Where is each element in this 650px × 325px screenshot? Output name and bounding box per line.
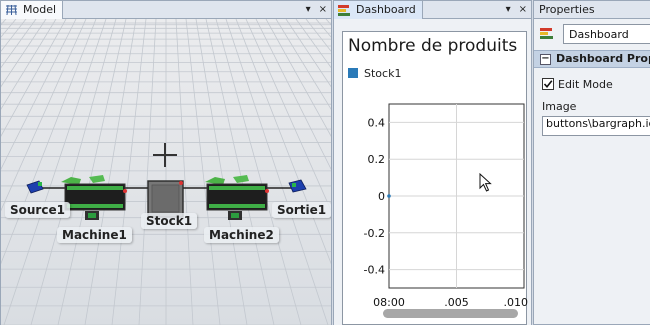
grid-icon [6, 4, 17, 16]
collapse-icon[interactable]: − [540, 54, 551, 65]
y-tick-label: 0 [378, 190, 385, 203]
dashboard-tab[interactable]: Dashboard [334, 1, 423, 19]
machine1-label: Machine1 [57, 227, 132, 243]
dashboard-tab-label: Dashboard [356, 3, 416, 16]
y-tick-label: 0.2 [368, 153, 386, 166]
edit-mode-label: Edit Mode [558, 77, 613, 91]
bar-chart-icon [338, 5, 350, 16]
edit-mode-row: Edit Mode [542, 76, 613, 92]
image-path-input[interactable]: buttons\bargraph.ico [542, 116, 650, 136]
model-close-icon[interactable]: × [319, 1, 327, 19]
x-tick-label: 08:00 [373, 296, 405, 309]
chart-horizontal-scrollbar[interactable] [383, 309, 518, 318]
model-tab[interactable]: Model [1, 1, 64, 19]
properties-name-row [534, 22, 650, 46]
model-tab-controls: ▾ × [306, 1, 327, 19]
dashboard-tab-controls: ▾ × [506, 1, 527, 19]
source1-label: Source1 [5, 202, 70, 218]
line-chart-widget[interactable]: Nombre de produits Stock1 0.4 0.2 0 -0.2 -0.… [342, 31, 529, 325]
dashboard-canvas[interactable]: Nombre de produits Stock1 0.4 0.2 0 -0.2 -0.… [334, 19, 531, 325]
chart-legend: Stock1 [348, 66, 401, 80]
properties-panel: Properties − Dashboard Prope Edit Mode I… [533, 0, 650, 325]
dashboard-close-icon[interactable]: × [519, 1, 527, 19]
x-tick-label: .010 [504, 296, 529, 309]
model-tabstrip: Model ▾ × [1, 1, 331, 19]
dashboard-panel: Dashboard ▾ × Nombre de produits Stock1 … [333, 0, 532, 325]
y-tick-label: -0.4 [364, 264, 385, 277]
legend-label: Stock1 [364, 66, 402, 80]
edit-mode-checkbox[interactable] [542, 78, 554, 90]
mouse-cursor-icon [479, 173, 492, 192]
sortie1-label: Sortie1 [272, 202, 331, 218]
section-title: Dashboard Prope [556, 52, 650, 65]
y-tick-label: -0.2 [364, 227, 385, 240]
model-floor[interactable] [1, 19, 331, 325]
stock1-label: Stock1 [141, 213, 198, 229]
model-dropdown-icon[interactable]: ▾ [306, 1, 311, 19]
image-label: Image [542, 100, 577, 113]
properties-header: Properties [534, 1, 650, 19]
series-point [387, 194, 391, 198]
y-tick-label: 0.4 [368, 116, 386, 129]
chart-title: Nombre de produits [348, 36, 518, 56]
model-3d-view[interactable]: Source1 Machine1 Stock1 Machine2 Sortie1 [1, 19, 331, 325]
legend-swatch [348, 68, 358, 78]
machine2-label: Machine2 [204, 227, 279, 243]
x-tick-label: .005 [444, 296, 469, 309]
dashboard-dropdown-icon[interactable]: ▾ [506, 1, 511, 19]
dashboard-properties-section[interactable]: − Dashboard Prope [534, 50, 650, 68]
object-name-input[interactable] [563, 24, 650, 44]
dashboard-tabstrip: Dashboard ▾ × [334, 1, 531, 19]
chart-plot: 0.4 0.2 0 -0.2 -0.4 08:00 .005 .010 [364, 103, 529, 309]
model-panel: Model ▾ × Source1 Machine1 Stock1 Machin… [0, 0, 332, 325]
bar-chart-icon [540, 28, 553, 39]
stock-object[interactable] [147, 180, 184, 218]
checkmark-icon [543, 80, 553, 89]
model-tab-label: Model [23, 3, 57, 16]
